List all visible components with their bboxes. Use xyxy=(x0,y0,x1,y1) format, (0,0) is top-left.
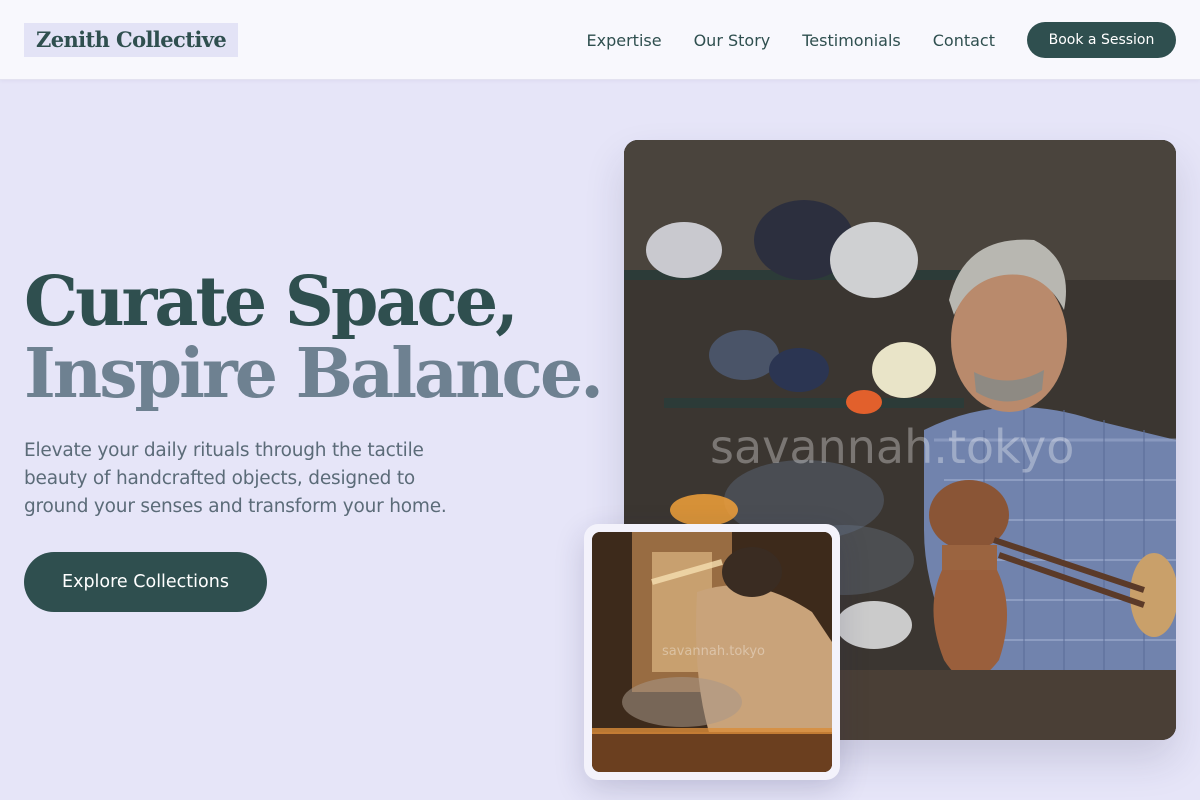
explore-collections-button[interactable]: Explore Collections xyxy=(24,552,267,612)
main-nav: Expertise Our Story Testimonials Contact… xyxy=(587,0,1176,80)
hero-headline: Curate Space, Inspire Balance. xyxy=(24,262,604,414)
nav-link-contact[interactable]: Contact xyxy=(933,31,995,50)
site-header: Zenith Collective Expertise Our Story Te… xyxy=(0,0,1200,80)
nav-link-expertise[interactable]: Expertise xyxy=(587,31,662,50)
hero-headline-line1: Curate Space, xyxy=(24,262,519,342)
nav-link-our-story[interactable]: Our Story xyxy=(694,31,771,50)
secondary-image-watermark: savannah.tokyo xyxy=(662,644,765,659)
nav-link-testimonials[interactable]: Testimonials xyxy=(802,31,901,50)
hero-subtext: Elevate your daily rituals through the t… xyxy=(24,440,447,517)
secondary-image: savannah.tokyo xyxy=(592,532,832,772)
main-image-watermark: savannah.tokyo xyxy=(710,420,1075,474)
book-session-button[interactable]: Book a Session xyxy=(1027,22,1176,58)
hero-headline-line2: Inspire Balance. xyxy=(24,334,604,414)
brand-logo[interactable]: Zenith Collective xyxy=(24,23,239,57)
secondary-image-frame: savannah.tokyo xyxy=(584,524,840,780)
